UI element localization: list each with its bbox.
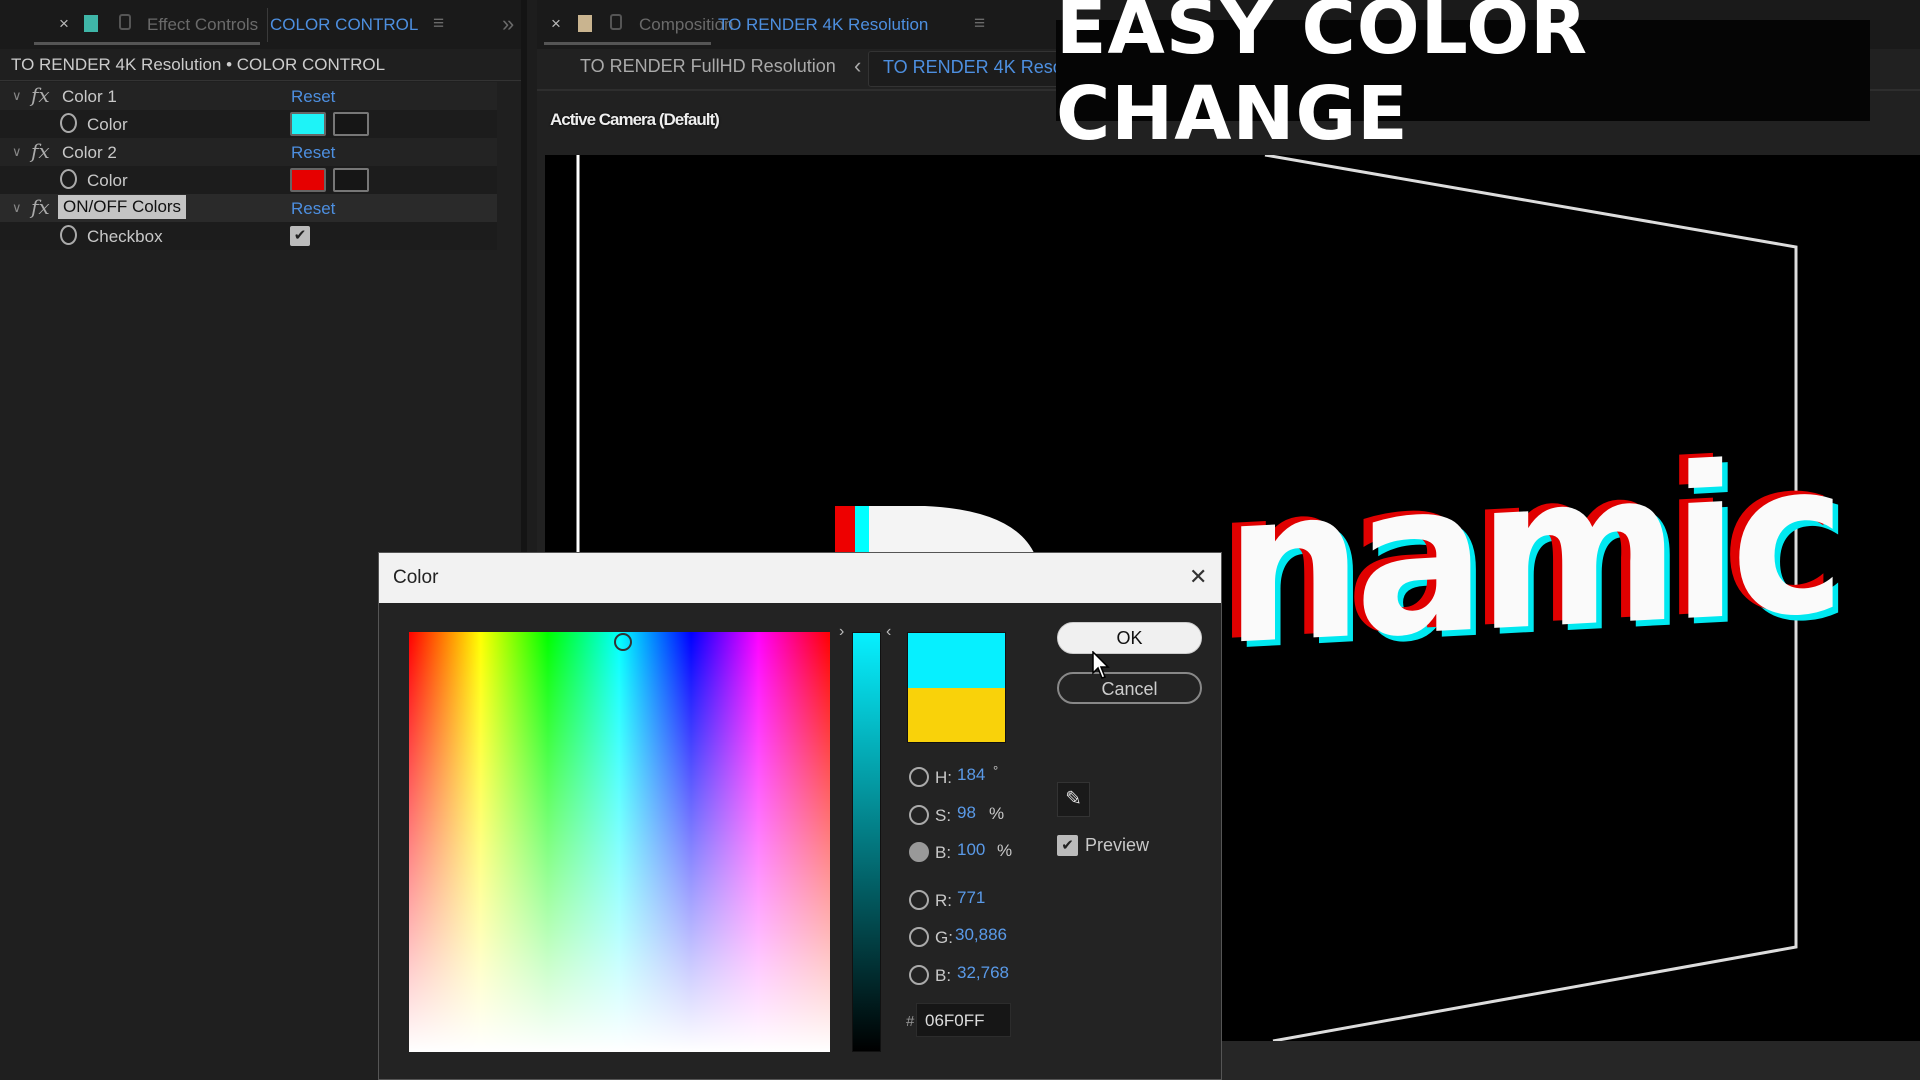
divider — [267, 8, 268, 42]
color-field[interactable] — [409, 632, 830, 1052]
hash-label: # — [906, 1013, 915, 1030]
field-label: B: — [935, 966, 952, 985]
panel-menu-icon[interactable]: ≡ — [974, 13, 985, 35]
label-color-swatch — [84, 15, 98, 32]
field-label: B: — [935, 843, 952, 862]
radio-green[interactable] — [909, 927, 929, 947]
expand-panels-icon[interactable]: » — [502, 11, 514, 37]
effect-name: Color 2 — [62, 143, 117, 162]
effect-name: Color 1 — [62, 87, 117, 106]
effect-row-color-2[interactable]: ∨ fx Color 2 Reset — [0, 138, 497, 166]
breadcrumb: TO RENDER 4K Resolution • COLOR CONTROL — [11, 55, 386, 74]
saturation-value[interactable]: 98 — [957, 803, 976, 823]
effect-name-selected: ON/OFF Colors — [58, 195, 187, 219]
color-preview-swatch — [907, 632, 1006, 743]
eyedropper-icon[interactable]: ✎ — [1057, 782, 1090, 817]
unit: % — [997, 841, 1013, 860]
lock-icon[interactable] — [119, 14, 131, 30]
reset-link[interactable]: Reset — [291, 87, 335, 107]
lock-icon[interactable] — [610, 14, 622, 30]
brightness-slider[interactable] — [852, 632, 881, 1052]
color-picker-dialog: Color ✕ › ‹ H: 184 ° S: 98 % B: 100 % R:… — [378, 552, 1222, 1080]
tab-effect-controls[interactable]: COLOR CONTROL — [270, 15, 418, 35]
dialog-title-bar[interactable]: Color ✕ — [379, 553, 1221, 603]
radio-saturation[interactable] — [909, 805, 929, 825]
unit: ° — [993, 763, 999, 778]
camera-label: Active Camera (Default) — [550, 110, 720, 129]
chevron-down-icon[interactable]: ∨ — [12, 144, 22, 160]
eyedropper-icon[interactable] — [333, 168, 369, 192]
preview-checkbox[interactable]: ✔ — [1057, 835, 1078, 856]
fx-icon[interactable]: fx — [31, 139, 50, 163]
close-tab-icon[interactable]: × — [551, 14, 561, 34]
title-banner: EASY COLOR CHANGE — [1056, 0, 1870, 157]
stopwatch-icon[interactable] — [60, 113, 77, 133]
reset-link[interactable]: Reset — [291, 143, 335, 163]
property-row-checkbox: Checkbox ✔ — [0, 222, 497, 250]
effect-controls-tab-bar: × Effect Controls COLOR CONTROL ≡ » — [0, 0, 521, 49]
green-value[interactable]: 30,886 — [955, 925, 1007, 945]
comp-nav-tab-fullhd[interactable]: TO RENDER FullHD Resolution — [580, 56, 836, 77]
preview-label: Preview — [1085, 835, 1150, 855]
unit: % — [989, 804, 1005, 823]
hex-input[interactable]: 06F0FF — [916, 1003, 1011, 1037]
checkbox[interactable]: ✔ — [290, 226, 310, 246]
tab-underline — [34, 42, 260, 45]
stopwatch-icon[interactable] — [60, 225, 77, 245]
cancel-button[interactable]: Cancel — [1057, 672, 1202, 704]
effect-row-on-off-colors[interactable]: ∨ fx ON/OFF Colors Reset — [0, 194, 497, 222]
hue-value[interactable]: 184 — [957, 765, 985, 785]
fx-icon[interactable]: fx — [31, 83, 50, 107]
reset-link[interactable]: Reset — [291, 199, 335, 219]
back-arrow-icon[interactable]: ‹ — [854, 53, 861, 79]
close-tab-icon[interactable]: × — [59, 14, 69, 34]
dialog-title: Color — [393, 567, 439, 588]
field-label: G: — [935, 928, 953, 947]
slider-arrow-left[interactable]: › — [839, 623, 844, 641]
radio-brightness-selected[interactable] — [909, 842, 929, 862]
new-color — [908, 633, 1005, 688]
field-label: S: — [935, 806, 952, 825]
original-color[interactable] — [908, 687, 1005, 742]
mouse-cursor-icon — [1092, 651, 1110, 679]
tab-underline — [544, 42, 711, 45]
radio-blue[interactable] — [909, 965, 929, 985]
color-field-marker[interactable] — [614, 633, 632, 651]
divider — [0, 80, 521, 81]
stopwatch-icon[interactable] — [60, 169, 77, 189]
tab-prefix: Effect Controls — [147, 15, 259, 34]
field-label: R: — [935, 891, 952, 910]
color-swatch[interactable] — [290, 112, 326, 136]
tab-composition[interactable]: TO RENDER 4K Resolution — [718, 15, 928, 35]
brightness-value[interactable]: 100 — [957, 840, 985, 860]
radio-hue[interactable] — [909, 767, 929, 787]
property-row-color: Color — [0, 110, 497, 138]
slider-arrow-right[interactable]: ‹ — [886, 623, 891, 641]
eyedropper-icon[interactable] — [333, 112, 369, 136]
red-value[interactable]: 771 — [957, 888, 985, 908]
ok-button[interactable]: OK — [1057, 622, 1202, 654]
letter-fragment-red — [835, 506, 855, 555]
property-label: Checkbox — [87, 227, 163, 246]
chevron-down-icon[interactable]: ∨ — [12, 88, 22, 104]
panel-menu-icon[interactable]: ≡ — [433, 13, 444, 35]
property-label: Color — [87, 115, 128, 134]
property-label: Color — [87, 171, 128, 190]
scene-3d-text: namic — [1225, 414, 1839, 692]
letter-fragment-cyan — [855, 506, 869, 555]
banner-text: EASY COLOR CHANGE — [1056, 0, 1589, 157]
property-row-color: Color — [0, 166, 497, 194]
effect-row-color-1[interactable]: ∨ fx Color 1 Reset — [0, 82, 497, 110]
chevron-down-icon[interactable]: ∨ — [12, 200, 22, 216]
field-label: H: — [935, 768, 952, 787]
blue-value[interactable]: 32,768 — [957, 963, 1009, 983]
label-color-swatch — [578, 15, 592, 32]
radio-red[interactable] — [909, 890, 929, 910]
color-swatch[interactable] — [290, 168, 326, 192]
close-icon[interactable]: ✕ — [1189, 564, 1207, 590]
fx-icon[interactable]: fx — [31, 195, 50, 219]
hex-value: 06F0FF — [925, 1011, 985, 1030]
